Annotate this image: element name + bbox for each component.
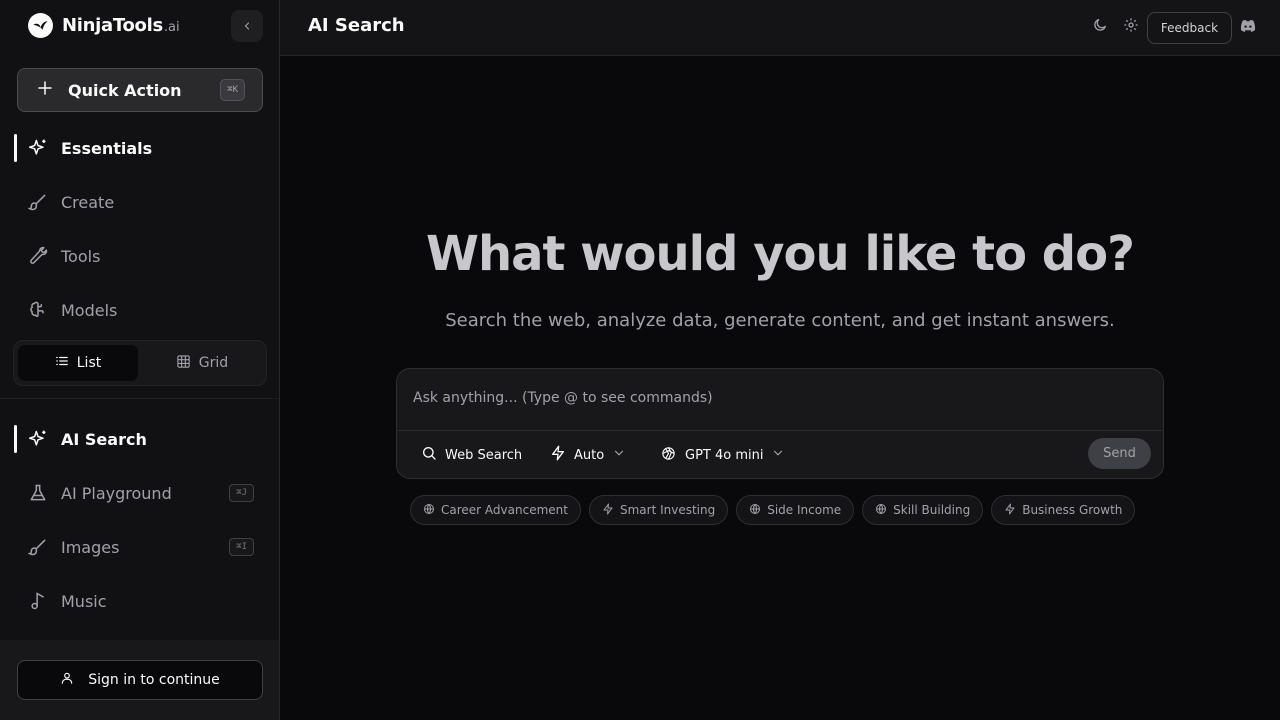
nav-item-models[interactable]: Models: [14, 288, 266, 332]
send-button[interactable]: Send: [1088, 438, 1151, 469]
suggestion-chip[interactable]: Career Advancement: [410, 495, 581, 525]
suggestion-chip[interactable]: Business Growth: [991, 495, 1136, 525]
suggestion-label: Skill Building: [893, 503, 971, 517]
hero-subtitle: Search the web, analyze data, generate c…: [445, 310, 1115, 331]
gear-icon: [1123, 17, 1139, 37]
search-input[interactable]: [413, 387, 1143, 409]
chevron-down-icon: [612, 446, 626, 464]
view-grid-label: Grid: [198, 355, 229, 371]
nav-item-label: AI Search: [61, 429, 147, 449]
suggestion-chip[interactable]: Side Income: [736, 495, 855, 525]
globe-icon: [875, 503, 887, 518]
mode-label: Auto: [574, 447, 605, 463]
nav-item-ai-search[interactable]: AI Search: [14, 417, 266, 461]
view-list-label: List: [76, 355, 102, 371]
bolt-icon: [602, 503, 614, 518]
suggestion-label: Business Growth: [1022, 503, 1123, 517]
plus-icon: [36, 79, 54, 101]
web-search-label: Web Search: [445, 447, 523, 463]
web-search-button[interactable]: Web Search: [421, 441, 522, 469]
grid-icon: [176, 354, 191, 373]
bolt-icon: [550, 445, 566, 465]
view-toggle: List Grid: [13, 340, 267, 386]
bolt-icon: [1004, 503, 1016, 518]
flask-icon: [26, 481, 50, 505]
list-icon: [55, 354, 69, 372]
shortcut-badge: ⌘J: [229, 484, 254, 502]
chevron-left-icon: [241, 17, 253, 36]
view-grid-button[interactable]: Grid: [142, 345, 262, 381]
quick-action-button[interactable]: Quick Action ⌘K: [17, 68, 263, 112]
nav-item-label: Tools: [61, 246, 101, 266]
nav-item-music[interactable]: Music: [14, 579, 266, 623]
brush-icon: [26, 190, 50, 214]
nav-item-label: Models: [61, 300, 118, 320]
feedback-button[interactable]: Feedback: [1147, 12, 1232, 44]
sparkles-icon: [26, 427, 50, 451]
sidebar: NinjaTools.ai Quick Action ⌘K Essentials: [0, 0, 280, 720]
search-icon: [421, 445, 437, 465]
quick-action-shortcut: ⌘K: [220, 79, 245, 101]
top-bar: AI Search Feedback: [280, 0, 1280, 56]
sign-in-button[interactable]: Sign in to continue: [17, 660, 263, 700]
hero-title: What would you like to do?: [426, 226, 1135, 282]
brush-icon: [26, 535, 50, 559]
suggestion-label: Side Income: [767, 503, 842, 517]
chevron-down-icon: [771, 446, 785, 464]
brand[interactable]: NinjaTools.ai: [28, 13, 180, 38]
sign-in-label: Sign in to continue: [88, 672, 220, 688]
quick-action-label: Quick Action: [68, 80, 182, 100]
brain-icon: [26, 298, 50, 322]
nav-item-images[interactable]: Images ⌘I: [14, 525, 266, 569]
search-divider: [397, 430, 1163, 431]
nav-item-tools[interactable]: Tools: [14, 234, 266, 278]
shortcut-badge: ⌘I: [229, 538, 254, 556]
page-title: AI Search: [308, 15, 405, 36]
nav-item-ai-playground[interactable]: AI Playground ⌘J: [14, 471, 266, 515]
moon-icon: [1092, 17, 1108, 37]
nav-item-label: Images: [61, 537, 120, 557]
brand-name: NinjaTools: [62, 15, 163, 36]
nav-item-label: Essentials: [61, 138, 153, 158]
globe-icon: [423, 503, 435, 518]
model-select[interactable]: GPT 4o mini: [660, 441, 785, 469]
active-indicator: [14, 134, 17, 162]
suggestion-label: Career Advancement: [441, 503, 568, 517]
nav-item-label: Music: [61, 591, 107, 611]
nav-item-label: AI Playground: [61, 483, 172, 503]
nav-item-create[interactable]: Create: [14, 180, 266, 224]
active-indicator: [14, 425, 17, 453]
theme-toggle-button[interactable]: [1090, 17, 1110, 37]
suggestion-label: Smart Investing: [619, 503, 716, 517]
brand-suffix: .ai: [163, 20, 180, 35]
suggestion-chips: Career Advancement Smart Investing Side …: [410, 495, 1136, 525]
discord-icon: [1240, 18, 1256, 37]
sidebar-divider: [0, 398, 279, 399]
nav-item-label: Create: [61, 192, 115, 212]
suggestion-chip[interactable]: Smart Investing: [588, 495, 729, 525]
sparkles-icon: [26, 136, 50, 160]
settings-button[interactable]: [1121, 17, 1141, 37]
model-label: GPT 4o mini: [685, 447, 764, 463]
suggestion-chip[interactable]: Skill Building: [862, 495, 984, 525]
music-note-icon: [26, 589, 50, 613]
wrench-icon: [26, 244, 50, 268]
view-list-button[interactable]: List: [18, 345, 138, 381]
discord-button[interactable]: [1238, 17, 1258, 37]
nav-item-essentials[interactable]: Essentials: [14, 126, 266, 170]
openai-icon: [660, 445, 677, 466]
mode-select[interactable]: Auto: [550, 441, 626, 469]
app-root: NinjaTools.ai Quick Action ⌘K Essentials: [0, 0, 1280, 720]
collapse-sidebar-button[interactable]: [231, 10, 263, 42]
main-content: AI Search Feedback What would you like t…: [280, 0, 1280, 720]
globe-icon: [749, 503, 761, 518]
search-box: Web Search Auto GPT 4o mini: [396, 368, 1164, 479]
user-icon: [60, 671, 74, 689]
ninja-logo-icon: [28, 13, 53, 38]
